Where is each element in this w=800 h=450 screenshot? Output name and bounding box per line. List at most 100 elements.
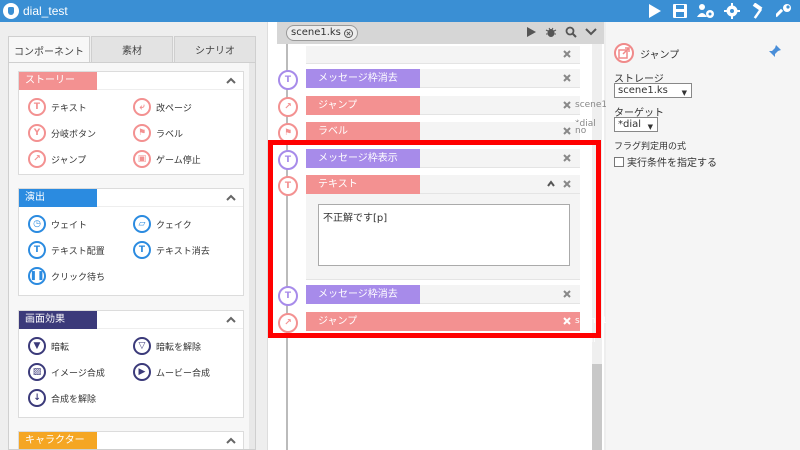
delete-icon[interactable] (562, 153, 572, 163)
page-break-icon: ⤶ (133, 98, 151, 116)
component-label-item[interactable]: ⚑ ラベル (133, 124, 183, 142)
command-label: メッセージ枠消去 (306, 69, 420, 88)
component-label: 暗転を解除 (156, 342, 202, 353)
delete-icon[interactable] (562, 73, 572, 83)
text-editor-area: 不正解です[p] (306, 194, 580, 280)
command-label: ジャンプ (306, 312, 420, 331)
command-params: scene1.ks *dial (420, 312, 620, 345)
checkbox-box[interactable] (614, 156, 624, 167)
dropdown-arrow-icon: ▼ (647, 123, 653, 131)
file-tab[interactable]: scene1.ks (286, 25, 358, 41)
fade-in-icon: ▽ (133, 337, 151, 355)
component-page-break[interactable]: ⤶ 改ページ (133, 98, 192, 116)
play-icon[interactable] (644, 1, 664, 21)
fade-out-icon: ▼ (28, 337, 46, 355)
message-show-icon: T (278, 150, 298, 170)
component-label: テキスト消去 (156, 246, 210, 257)
close-tab-icon[interactable] (343, 28, 353, 38)
component-text[interactable]: T テキスト (28, 98, 87, 116)
component-text-clear[interactable]: T テキスト消去 (133, 241, 210, 259)
delete-icon[interactable] (562, 179, 572, 189)
image-icon: ▨ (28, 363, 46, 381)
component-text-position[interactable]: T テキスト配置 (28, 241, 105, 259)
collapse-icon[interactable] (225, 192, 237, 204)
component-fade-out[interactable]: ▼ 暗転 (28, 337, 69, 355)
condition-checkbox[interactable]: 実行条件を指定する (614, 154, 717, 169)
bug-icon[interactable] (544, 25, 558, 39)
component-label: クェイク (156, 220, 192, 231)
condition-label: 実行条件を指定する (627, 158, 717, 169)
pin-icon[interactable] (768, 44, 782, 58)
wrench-icon[interactable] (774, 1, 794, 21)
tab-components[interactable]: コンポーネント (8, 36, 90, 63)
message-hide-icon: T (278, 70, 298, 90)
component-wait[interactable]: ◷ ウェイト (28, 215, 87, 233)
gear-icon[interactable] (722, 1, 742, 21)
category-screen: 画面効果 ▼ 暗転 ▽ 暗転を解除 ▨ イメージ合成 ▶ ムービー合成 ↓ 合成… (18, 310, 244, 418)
preview-play-icon[interactable] (524, 25, 538, 39)
tab-scenario[interactable]: シナリオ (174, 36, 256, 62)
search-icon[interactable] (564, 25, 578, 39)
delete-icon[interactable] (562, 126, 572, 136)
file-tab-bar: scene1.ks (277, 22, 604, 44)
chevron-up-icon[interactable] (546, 179, 556, 189)
component-label: クリック待ち (51, 272, 106, 283)
file-tab-label: scene1.ks (291, 27, 341, 38)
panel-tabs: コンポーネント 素材 シナリオ (8, 36, 256, 63)
toolbar (644, 1, 794, 21)
component-composite-clear[interactable]: ↓ 合成を解除 (28, 389, 96, 407)
target-select[interactable]: *dial ▼ (614, 117, 658, 132)
category-effect-label: 演出 (19, 189, 97, 207)
jump-icon: ↗ (278, 97, 298, 117)
collapse-icon[interactable] (225, 314, 237, 326)
category-screen-header: 画面効果 (19, 311, 243, 329)
command-row[interactable]: T メッセージ枠消去 (278, 285, 580, 306)
chevron-down-icon[interactable] (584, 25, 598, 39)
category-effect: 演出 ◷ ウェイト ▱ クェイク T テキスト配置 T テキスト消去 ❚❚ クリ… (18, 188, 244, 296)
dropdown-arrow-icon: ▼ (681, 89, 687, 97)
movie-icon: ▶ (133, 363, 151, 381)
command-row-selected[interactable]: ↗ ジャンプ scene1.ks *dial (278, 312, 620, 345)
component-image-composite[interactable]: ▨ イメージ合成 (28, 363, 105, 381)
properties-panel: ジャンプ ストレージ scene1.ks ▼ ターゲット *dial ▼ フラグ判定… (606, 22, 800, 450)
save-icon[interactable] (670, 1, 690, 21)
command-params: no (420, 122, 586, 141)
collapse-icon[interactable] (225, 435, 237, 447)
previous-row-fragment (306, 46, 580, 64)
text-t-icon: T (28, 98, 46, 116)
users-gear-icon[interactable] (696, 1, 716, 21)
command-row[interactable]: ⚑ ラベル no (278, 122, 586, 143)
storage-select[interactable]: scene1.ks ▼ (614, 83, 692, 98)
delete-icon[interactable] (562, 49, 572, 59)
editor-scrollbar-thumb[interactable] (592, 364, 602, 450)
command-label: テキスト (306, 175, 420, 194)
title-bar: dial_test (0, 0, 800, 22)
component-game-stop[interactable]: ▣ ゲーム停止 (133, 150, 201, 168)
command-row[interactable]: T メッセージ枠表示 (278, 149, 580, 170)
window-title: dial_test (23, 4, 68, 18)
delete-icon[interactable] (562, 316, 572, 326)
text-content-input[interactable]: 不正解です[p] (318, 204, 570, 266)
command-row-text[interactable]: T テキスト (278, 175, 580, 196)
message-hide-icon: T (278, 286, 298, 306)
tab-assets[interactable]: 素材 (91, 36, 173, 62)
command-row[interactable]: ↗ ジャンプ scene1.ks *dial (278, 96, 620, 129)
component-jump[interactable]: ↗ ジャンプ (28, 150, 86, 168)
command-params (420, 285, 580, 304)
command-label: メッセージ枠消去 (306, 285, 420, 304)
left-scrollbar[interactable] (249, 63, 255, 449)
category-story-header: ストーリー (19, 72, 243, 90)
component-fade-in[interactable]: ▽ 暗転を解除 (133, 337, 201, 355)
component-quake[interactable]: ▱ クェイク (133, 215, 192, 233)
delete-icon[interactable] (562, 100, 572, 110)
command-row[interactable]: T メッセージ枠消去 (278, 69, 580, 90)
delete-icon[interactable] (562, 289, 572, 299)
component-movie-composite[interactable]: ▶ ムービー合成 (133, 363, 210, 381)
category-character-label: キャラクター (19, 432, 97, 449)
component-label: 暗転 (51, 342, 70, 353)
component-label: ウェイト (51, 220, 88, 231)
component-branch-button[interactable]: Y 分岐ボタン (28, 124, 96, 142)
hammer-icon[interactable] (748, 1, 768, 21)
component-click-wait[interactable]: ❚❚ クリック待ち (28, 267, 105, 285)
collapse-icon[interactable] (225, 75, 237, 87)
